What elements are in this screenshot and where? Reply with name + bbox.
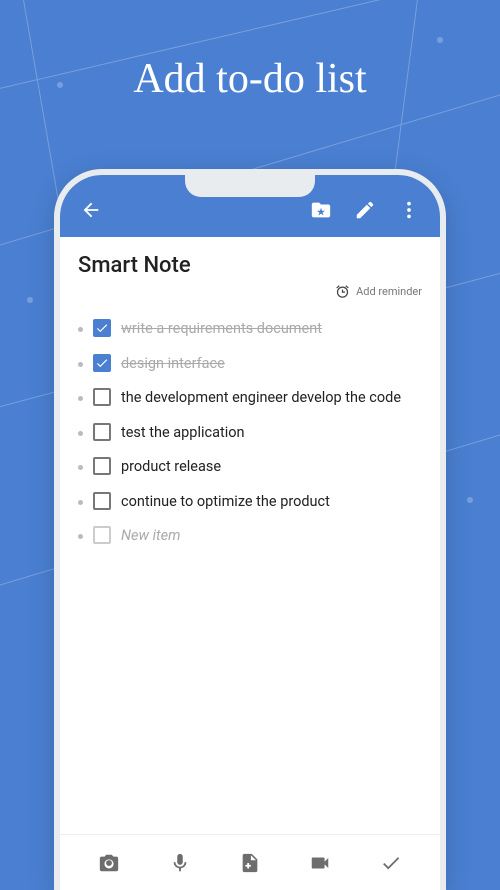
todo-item[interactable]: continue to optimize the product (78, 484, 422, 519)
arrow-left-icon (80, 199, 102, 221)
promo-title: Add to-do list (0, 55, 500, 103)
more-button[interactable] (392, 193, 426, 227)
alarm-icon (335, 284, 350, 299)
camera-icon (98, 852, 120, 874)
more-vertical-icon (398, 199, 420, 221)
bullet-icon (78, 465, 83, 470)
todo-checkbox[interactable] (93, 354, 111, 372)
mic-button[interactable] (159, 844, 201, 882)
phone-frame: Smart Note Add reminder write a requirem… (60, 175, 440, 890)
new-item-placeholder[interactable]: New item (121, 525, 422, 546)
todo-new-item[interactable]: New item (78, 518, 422, 553)
add-reminder-button[interactable]: Add reminder (78, 284, 422, 299)
video-button[interactable] (299, 844, 341, 882)
bullet-icon (78, 327, 83, 332)
folder-star-icon (310, 199, 332, 221)
todo-item[interactable]: test the application (78, 415, 422, 450)
pencil-icon (354, 199, 376, 221)
todo-label[interactable]: design interface (121, 353, 422, 374)
edit-button[interactable] (348, 193, 382, 227)
note-title[interactable]: Smart Note (78, 253, 422, 278)
video-icon (309, 852, 331, 874)
add-file-button[interactable] (229, 844, 271, 882)
bullet-icon (78, 431, 83, 436)
bullet-icon (78, 396, 83, 401)
note-content: Smart Note Add reminder write a requirem… (60, 237, 440, 834)
phone-notch (185, 175, 315, 197)
todo-item[interactable]: the development engineer develop the cod… (78, 380, 422, 415)
back-button[interactable] (74, 193, 108, 227)
todo-checkbox[interactable] (93, 319, 111, 337)
favorite-folder-button[interactable] (304, 193, 338, 227)
todo-checkbox[interactable] (93, 388, 111, 406)
todo-label[interactable]: test the application (121, 422, 422, 443)
done-button[interactable] (370, 844, 412, 882)
todo-checkbox[interactable] (93, 423, 111, 441)
bullet-icon (78, 534, 83, 539)
todo-checkbox[interactable] (93, 457, 111, 475)
bullet-icon (78, 500, 83, 505)
microphone-icon (169, 852, 191, 874)
todo-item[interactable]: design interface (78, 346, 422, 381)
file-plus-icon (239, 852, 261, 874)
camera-button[interactable] (88, 844, 130, 882)
todo-checkbox (93, 526, 111, 544)
todo-label[interactable]: write a requirements document (121, 318, 422, 339)
todo-list: write a requirements document design inte… (78, 311, 422, 553)
todo-item[interactable]: write a requirements document (78, 311, 422, 346)
todo-label[interactable]: continue to optimize the product (121, 491, 422, 512)
check-icon (380, 852, 402, 874)
bottom-toolbar (60, 834, 440, 890)
todo-label[interactable]: the development engineer develop the cod… (121, 387, 422, 408)
add-reminder-label: Add reminder (356, 285, 422, 298)
bullet-icon (78, 362, 83, 367)
todo-checkbox[interactable] (93, 492, 111, 510)
todo-label[interactable]: product release (121, 456, 422, 477)
todo-item[interactable]: product release (78, 449, 422, 484)
